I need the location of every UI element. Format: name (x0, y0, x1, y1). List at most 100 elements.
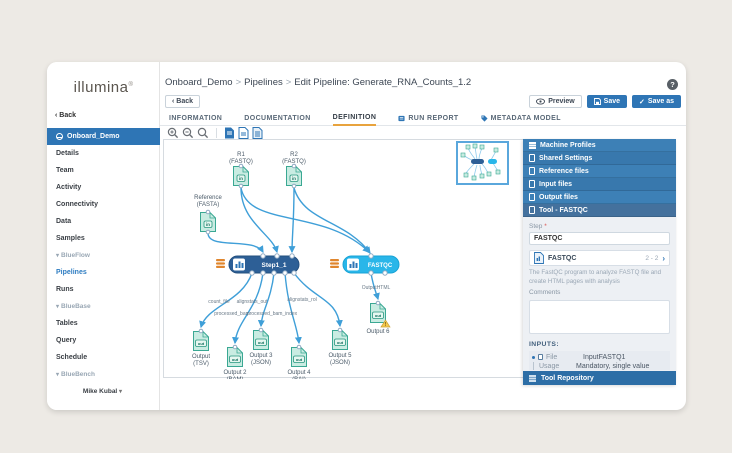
sidebar-group-bluebase[interactable]: ▾BlueBase (47, 298, 160, 315)
required-mark: * (544, 223, 547, 230)
panel-section-machine-profiles[interactable]: Machine Profiles (523, 139, 676, 152)
tab-run-report[interactable]: RUN REPORT (398, 111, 458, 126)
node-label: Output 3 (249, 353, 273, 359)
sidebar-back-button[interactable]: ‹ Back (55, 112, 76, 119)
chevron-left-icon: ‹ (172, 98, 174, 105)
drag-grip-icon[interactable] (330, 259, 339, 268)
document-list-icon[interactable] (252, 127, 263, 139)
zoom-out-icon[interactable] (182, 127, 194, 139)
minimap[interactable] (456, 141, 509, 185)
shared-settings-icon (529, 154, 535, 162)
sidebar-item-team[interactable]: Team (47, 162, 160, 179)
node-r2-fastq[interactable]: R2 (FASTQ) in (282, 152, 306, 188)
node-label: Output 4 (287, 370, 311, 376)
zoom-reset-icon[interactable] (197, 127, 209, 139)
node-output4-bai[interactable]: out Output 4 (BAI) (287, 345, 311, 379)
chevron-right-icon[interactable]: › (662, 254, 665, 263)
sidebar-item-query[interactable]: Query (47, 332, 160, 349)
node-fastqc[interactable]: FASTQC (330, 254, 399, 275)
node-r1-fastq[interactable]: R1 (FASTQ) in (229, 152, 253, 188)
port (292, 271, 296, 275)
page-background: illumina® ‹ Back Onboard_Demo Details Te… (0, 0, 732, 453)
sidebar-item-schedule[interactable]: Schedule (47, 349, 160, 366)
tree-indent (533, 362, 536, 370)
tool-name: FASTQC (548, 255, 641, 262)
save-as-button[interactable]: ✓ Save as (632, 95, 681, 108)
edge-r1-step1[interactable] (241, 188, 277, 252)
sidebar-item-onboard-demo[interactable]: Onboard_Demo (47, 128, 160, 145)
out-badge: out (198, 341, 205, 346)
node-output3-json[interactable]: out Output 3 (JSON) (249, 328, 273, 366)
port (338, 328, 342, 332)
edge-r1-fastqc[interactable] (241, 188, 369, 252)
port (239, 164, 243, 168)
node-label: (BAM) (227, 377, 244, 379)
file-icon (538, 354, 543, 360)
node-label: (FASTA) (197, 202, 220, 208)
tab-metadata-model[interactable]: METADATA MODEL (481, 111, 561, 126)
node-output2-bam[interactable]: out Output 2 (BAM) (223, 345, 247, 379)
port (206, 210, 210, 214)
sidebar-item-data[interactable]: Data (47, 213, 160, 230)
step-name-input[interactable] (529, 232, 670, 245)
document-blue-icon[interactable] (224, 127, 235, 139)
sidebar-item-pipelines[interactable]: Pipelines (47, 264, 160, 281)
edge-step1-output4[interactable] (285, 273, 299, 343)
tab-bar: INFORMATION DOCUMENTATION DEFINITION RUN… (160, 111, 686, 126)
node-reference-fasta[interactable]: Reference (FASTA) in (194, 195, 222, 234)
panel-section-shared-settings[interactable]: Shared Settings (523, 152, 676, 165)
zoom-in-icon[interactable] (167, 127, 179, 139)
input-value: InputFASTQ1 (583, 354, 625, 361)
breadcrumb-separator: > (286, 77, 292, 88)
port (290, 254, 294, 258)
help-icon[interactable]: ? (667, 79, 678, 90)
report-icon (398, 115, 405, 122)
breadcrumb-project[interactable]: Onboard_Demo (165, 77, 233, 88)
edge-r2-step1[interactable] (292, 188, 294, 252)
drag-grip-icon[interactable] (216, 259, 225, 268)
sidebar-item-activity[interactable]: Activity (47, 179, 160, 196)
sidebar-group-bluebench[interactable]: ▾BlueBench (47, 366, 160, 383)
preview-button[interactable]: Preview (529, 95, 581, 108)
fastqc-tool-icon (534, 252, 544, 264)
panel-section-input-files[interactable]: Input files (523, 178, 676, 191)
minimap-diagram (458, 143, 507, 183)
document-outline-icon[interactable] (238, 127, 249, 139)
sidebar-item-details[interactable]: Details (47, 145, 160, 162)
breadcrumb-pipelines[interactable]: Pipelines (244, 77, 283, 88)
chevron-left-icon: ‹ (55, 112, 57, 119)
node-label: Output 2 (223, 370, 247, 376)
bullet-icon (532, 356, 535, 359)
edge-reference-step1[interactable] (208, 233, 263, 252)
user-menu[interactable]: Mike Kubal ▾ (47, 388, 160, 395)
save-button[interactable]: Save (587, 95, 627, 108)
check-icon: ✓ (639, 98, 645, 106)
panel-section-reference-files[interactable]: Reference files (523, 165, 676, 178)
input-parameter-group[interactable]: File InputFASTQ1 Usage Mandatory, single… (529, 351, 670, 370)
node-output6[interactable]: out ! Output 6 (366, 301, 390, 335)
node-output1-tsv[interactable]: out Output (TSV) (192, 329, 210, 367)
node-label: FASTQC (368, 263, 393, 269)
node-label: (JSON) (251, 360, 271, 366)
panel-section-tool-fastqc[interactable]: Tool - FASTQC (523, 204, 676, 217)
tool-repository-bar[interactable]: Tool Repository (523, 371, 676, 385)
sidebar-group-blueflow[interactable]: ▾BlueFlow (47, 247, 160, 264)
sidebar-item-samples[interactable]: Samples (47, 230, 160, 247)
breadcrumb: Onboard_Demo>Pipelines>Edit Pipeline: Ge… (165, 77, 471, 88)
comments-textarea[interactable] (529, 300, 670, 334)
port (199, 329, 203, 333)
save-icon (594, 98, 601, 105)
back-button[interactable]: ‹ Back (165, 95, 200, 108)
tab-documentation[interactable]: DOCUMENTATION (244, 111, 310, 126)
toolbar-divider (216, 128, 217, 138)
port (369, 254, 373, 258)
sidebar-item-connectivity[interactable]: Connectivity (47, 196, 160, 213)
panel-section-output-files[interactable]: Output files (523, 191, 676, 204)
node-step1[interactable]: Step1_1 (216, 254, 299, 275)
sidebar-item-tables[interactable]: Tables (47, 315, 160, 332)
tab-definition[interactable]: DEFINITION (333, 111, 377, 126)
tab-information[interactable]: INFORMATION (169, 111, 222, 126)
sidebar-item-runs[interactable]: Runs (47, 281, 160, 298)
tool-card[interactable]: FASTQC 2 - 2 › (529, 250, 670, 266)
node-output5-json[interactable]: out Output 5 (JSON) (328, 328, 352, 366)
